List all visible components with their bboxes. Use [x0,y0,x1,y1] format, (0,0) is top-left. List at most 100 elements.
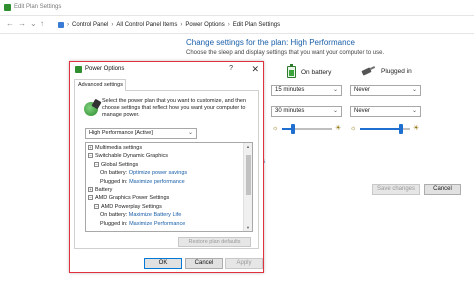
tree-row[interactable]: − AMD Graphics Power Settings [88,194,169,202]
chevron-down-icon: ⌄ [411,87,417,93]
tree-row[interactable]: − AMD Powerplay Settings [94,203,162,211]
collapse-icon[interactable]: − [88,195,93,201]
breadcrumb-separator-icon: › [180,22,183,28]
breadcrumb: › Control Panel › All Control Panel Item… [58,22,280,28]
ok-button[interactable]: OK [144,258,182,269]
slider-fill [282,128,291,130]
tab-advanced-settings[interactable]: Advanced settings [74,79,126,91]
power-plan-icon [84,98,102,116]
sleep-plugged-value: Never [354,108,371,114]
collapse-icon[interactable]: − [88,153,93,159]
power-plan-value: High Performance [Active] [89,130,153,136]
close-icon[interactable]: ✕ [251,64,259,74]
help-icon[interactable]: ? [229,65,233,72]
recent-locations-chevron-icon[interactable]: ⌄ [30,19,37,29]
tree-row-label: Multimedia settings [95,145,143,151]
tree-row-value[interactable]: Maximize performance [129,179,185,185]
dialog-instructions: Select the power plan that you want to c… [102,98,247,119]
tree-row-label: Plugged in: [100,178,128,185]
sleep-battery-value: 30 minutes [275,108,305,114]
breadcrumb-all-items[interactable]: All Control Panel Items [116,22,177,28]
plugged-in-label: Plugged in [381,67,412,75]
navigation-bar: ← → ⌄ ↑ › Control Panel › All Control Pa… [0,16,474,34]
tree-row-label: Plugged in: [100,220,128,227]
control-panel-icon [58,22,64,28]
display-off-battery-select[interactable]: 15 minutes ⌄ [271,85,342,96]
tree-row[interactable]: Plugged in: Maximize Performance [100,220,185,228]
breadcrumb-separator-icon: › [111,22,114,28]
tree-row-label: Battery [95,187,113,193]
display-off-plugged-value: Never [354,87,371,93]
advanced-settings-panel: Select the power plan that you want to c… [74,90,259,249]
brightness-high-icon: ☀ [413,125,420,132]
cancel-button[interactable]: Cancel [424,184,461,195]
tree-row[interactable]: Plugged in: Maximize performance [100,178,185,186]
forward-arrow-icon[interactable]: → [18,19,26,29]
tree-row-label: AMD Graphics Power Settings [95,195,170,202]
save-changes-button[interactable]: Save changes [372,184,420,195]
display-off-plugged-select[interactable]: Never ⌄ [350,85,421,96]
tree-row[interactable]: On battery: Maximize Battery Life [100,211,181,219]
on-battery-label: On battery [301,68,332,76]
sleep-battery-select[interactable]: 30 minutes ⌄ [271,106,342,117]
collapse-icon[interactable]: − [94,161,99,167]
sleep-plugged-select[interactable]: Never ⌄ [350,106,421,117]
tree-row-label: Global Settings [101,161,139,168]
slider-thumb[interactable] [291,124,295,134]
tree-row-label: AMD Powerplay Settings [101,203,162,210]
dialog-title: Power Options [85,66,125,72]
tree-row[interactable]: − Switchable Dynamic Graphics [88,152,168,160]
tree-row-label: On battery: [100,212,128,219]
brightness-low-icon: ☼ [350,125,357,132]
collapse-icon[interactable]: − [94,203,99,209]
settings-tree[interactable]: + Multimedia settings − Switchable Dynamic … [85,142,253,232]
dialog-cancel-button[interactable]: Cancel [185,258,223,269]
chevron-down-icon: ⌄ [411,108,417,114]
window-title-bar: Edit Plan Settings [0,0,474,16]
slider-thumb[interactable] [399,124,403,134]
power-options-icon [4,4,11,11]
tree-row-label: On battery: [100,170,128,177]
breadcrumb-separator-icon: › [227,22,230,28]
tree-row[interactable]: On battery: Optimize power savings [100,169,187,177]
on-battery-column-header: On battery [287,64,332,78]
power-plan-select[interactable]: High Performance [Active] ⌄ [85,128,197,139]
plug-icon [362,66,376,76]
brightness-high-icon: ☀ [335,125,342,132]
window-title: Edit Plan Settings [14,4,62,10]
chevron-down-icon: ⌄ [332,87,338,93]
brightness-low-icon: ☼ [272,125,279,132]
dialog-title-bar: Power Options ? ✕ [70,62,263,78]
expand-icon[interactable]: + [88,187,93,192]
brightness-battery-slider[interactable] [282,124,332,134]
tree-row-label: Switchable Dynamic Graphics [95,153,169,160]
up-arrow-icon[interactable]: ↑ [40,19,44,29]
tree-row-value[interactable]: Optimize power savings [129,170,187,176]
power-options-icon [75,66,82,73]
chevron-down-icon: ⌄ [332,108,338,114]
apply-button[interactable]: Apply [225,258,263,269]
plugged-in-column-header: Plugged in [362,66,412,76]
scroll-up-icon[interactable]: ▲ [244,144,252,149]
brightness-plugged-slider[interactable] [360,124,410,134]
breadcrumb-power-options[interactable]: Power Options [185,22,224,28]
tree-row-value[interactable]: Maximize Performance [129,221,185,227]
breadcrumb-control-panel[interactable]: Control Panel [72,22,108,28]
expand-icon[interactable]: + [88,145,93,150]
power-options-dialog: Power Options ? ✕ Advanced settings Sele… [69,61,264,273]
tree-row[interactable]: − Global Settings [94,161,138,169]
back-arrow-icon[interactable]: ← [6,19,14,29]
page-title: Change settings for the plan: High Perfo… [186,38,355,47]
restore-plan-defaults-button[interactable]: Restore plan defaults [178,237,251,247]
display-off-battery-value: 15 minutes [275,87,305,93]
page-subtitle: Choose the sleep and display settings th… [186,50,385,56]
breadcrumb-separator-icon: › [67,22,69,28]
tree-row[interactable]: + Battery [88,186,112,194]
breadcrumb-edit-plan[interactable]: Edit Plan Settings [233,22,280,28]
tree-row[interactable]: + Multimedia settings [88,144,142,152]
tree-scrollbar[interactable]: ▲ ▼ [243,143,252,231]
tree-row-value[interactable]: Maximize Battery Life [129,212,182,218]
scroll-down-icon[interactable]: ▼ [244,225,252,230]
scrollbar-thumb[interactable] [246,155,251,195]
slider-fill [360,128,399,130]
